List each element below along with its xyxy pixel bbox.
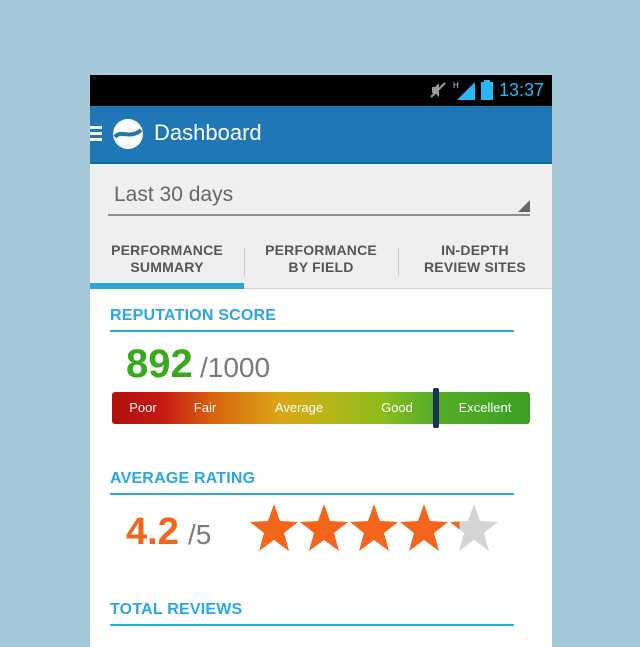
reputation-score-bar: Poor Fair Average Good Excellent xyxy=(112,388,530,428)
average-rating-heading: AVERAGE RATING xyxy=(110,424,514,495)
tab-performance-by-field[interactable]: PERFORMANCE BY FIELD xyxy=(244,230,398,288)
reputation-score-max: /1000 xyxy=(200,352,271,383)
star-icon xyxy=(400,504,448,551)
dropdown-arrow-icon xyxy=(518,200,530,212)
total-reviews-heading: TOTAL REVIEWS xyxy=(110,569,514,626)
tab-performance-summary[interactable]: PERFORMANCE SUMMARY xyxy=(90,230,244,289)
score-segment-average: Average xyxy=(274,400,324,415)
period-dropdown-value: Last 30 days xyxy=(114,183,234,206)
score-marker xyxy=(433,388,440,428)
tab-in-depth-review-sites[interactable]: IN-DEPTH REVIEW SITES xyxy=(398,230,552,288)
app-bar: Dashboard xyxy=(90,106,552,164)
reputation-score-value: 892 xyxy=(126,342,193,386)
reputation-score-row: 892 /1000 xyxy=(110,332,514,392)
filter-area: Last 30 days xyxy=(90,164,552,230)
status-time: 13:37 xyxy=(498,79,544,100)
status-bar: H 13:37 xyxy=(90,75,552,106)
score-segment-poor: Poor xyxy=(129,400,157,415)
phone-screen: H 13:37 Dashboard Last 30 days PERFORMAN… xyxy=(90,75,552,647)
average-rating-row: 4.2 /5 xyxy=(110,495,514,569)
tab-bar: PERFORMANCE SUMMARY PERFORMANCE BY FIELD… xyxy=(90,230,552,289)
battery-icon xyxy=(480,80,493,100)
app-logo-icon[interactable] xyxy=(112,118,144,150)
star-icon xyxy=(300,504,348,551)
score-segment-good: Good xyxy=(381,400,413,415)
reputation-score-heading: REPUTATION SCORE xyxy=(110,289,514,332)
star-icon xyxy=(350,504,398,551)
average-rating-value: 4.2 xyxy=(126,511,179,553)
period-dropdown[interactable]: Last 30 days xyxy=(108,180,530,216)
mute-icon xyxy=(430,82,446,98)
score-segment-fair: Fair xyxy=(193,400,217,415)
average-rating-max: /5 xyxy=(188,519,212,550)
page-title: Dashboard xyxy=(154,120,262,145)
star-icon xyxy=(450,504,498,551)
menu-icon[interactable] xyxy=(90,126,102,142)
h-signal-icon: H xyxy=(453,81,475,100)
summary-content: REPUTATION SCORE 892 /1000 Poor Fair Ave… xyxy=(90,289,552,626)
star-icon xyxy=(250,504,298,551)
svg-text:H: H xyxy=(453,81,459,90)
score-segment-excellent: Excellent xyxy=(458,400,512,415)
